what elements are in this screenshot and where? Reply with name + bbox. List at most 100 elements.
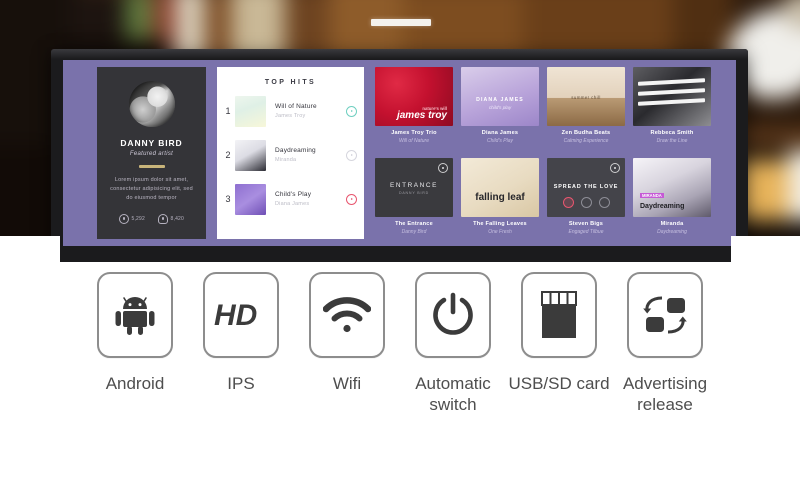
album-subtitle: Calming Experience bbox=[563, 138, 609, 144]
album-card[interactable]: Rebbeca Smith Draw the Line bbox=[633, 67, 711, 152]
album-cover bbox=[633, 67, 711, 126]
artist-name: DANNY BIRD bbox=[120, 138, 183, 148]
feature-icon-box bbox=[521, 272, 597, 358]
album-title: Rebbeca Smith bbox=[650, 130, 694, 136]
sd-card-icon bbox=[541, 291, 577, 338]
album-cover: MIRANDA Daydreaming bbox=[633, 158, 711, 217]
track-row[interactable]: 3 Child's Play Diana James bbox=[217, 180, 364, 218]
album-cover-top-text: summer chill bbox=[571, 95, 601, 100]
album-title: Miranda bbox=[660, 221, 684, 227]
track-number: 1 bbox=[225, 106, 231, 116]
album-title: James Troy Trio bbox=[391, 130, 437, 136]
album-cover-top-text: MIRANDA bbox=[640, 193, 664, 198]
album-cover: ENTRANCE DANNY BIRD bbox=[375, 158, 453, 217]
album-subtitle: Draw the Line bbox=[656, 138, 688, 144]
album-card[interactable]: falling leaf The Falling Leaves One Fres… bbox=[461, 158, 539, 243]
track-title: Will of Nature bbox=[275, 103, 317, 110]
stat-followers-value: 8,420 bbox=[170, 215, 185, 222]
artist-description: Lorem ipsum dolor sit amet, consectetur … bbox=[110, 176, 193, 201]
stat-followers: 8,420 bbox=[158, 213, 185, 224]
sync-swap-icon bbox=[643, 296, 687, 334]
artist-role: Featured artist bbox=[129, 151, 174, 157]
feature-ips[interactable]: HD IPS bbox=[188, 272, 294, 394]
feature-android[interactable]: Android bbox=[82, 272, 188, 394]
top-hits-playlist: TOP HITS 1 Will of Nature James Troy 2 D… bbox=[217, 67, 364, 239]
album-subtitle: One Fresh bbox=[488, 229, 512, 235]
album-cover: SPREAD THE LOVE bbox=[547, 158, 625, 217]
track-artist: Diana James bbox=[275, 201, 310, 207]
play-icon[interactable] bbox=[346, 193, 357, 205]
album-card[interactable]: ENTRANCE DANNY BIRD The Entrance Danny B… bbox=[375, 158, 453, 243]
feature-wifi[interactable]: Wifi bbox=[294, 272, 400, 394]
stat-play-count: 5,292 bbox=[118, 213, 145, 224]
feature-usb-sd-card[interactable]: USB/SD card bbox=[506, 272, 612, 394]
track-artist: James Troy bbox=[275, 113, 306, 119]
album-subtitle: Will of Nature bbox=[399, 138, 429, 144]
album-card[interactable]: summer chill Zen Budha Beats Calming Exp… bbox=[547, 67, 625, 152]
artist-avatar bbox=[128, 81, 175, 127]
track-meta: Will of Nature James Troy bbox=[275, 103, 346, 119]
hd-icon: HD bbox=[214, 299, 257, 332]
digital-signage-monitor: DANNY BIRD Featured artist Lorem ipsum d… bbox=[51, 49, 748, 262]
track-row[interactable]: 1 Will of Nature James Troy bbox=[217, 92, 364, 130]
album-cover-main-text: falling leaf bbox=[475, 192, 525, 203]
playlist-title: TOP HITS bbox=[264, 79, 317, 86]
album-subtitle: Engaged Tilbue bbox=[568, 229, 604, 235]
album-cover-top-text: DIANA JAMES bbox=[476, 97, 524, 103]
monitor-screen: DANNY BIRD Featured artist Lorem ipsum d… bbox=[63, 60, 736, 246]
feature-icon-box bbox=[309, 272, 385, 358]
album-grid: nature's will james troy James Troy Trio… bbox=[375, 67, 711, 243]
album-cover: summer chill bbox=[547, 67, 625, 126]
album-cover-main-text: Daydreaming bbox=[640, 203, 685, 210]
artist-stats: 5,292 8,420 bbox=[118, 213, 185, 224]
top-accent-bar bbox=[371, 19, 431, 26]
feature-icon-box bbox=[627, 272, 703, 358]
album-cover-top-text: ENTRANCE bbox=[390, 182, 438, 189]
track-row[interactable]: 2 Daydreaming Miranda bbox=[217, 136, 364, 174]
feature-label: Automatic switch bbox=[415, 374, 491, 414]
artist-divider bbox=[138, 165, 165, 168]
now-playing-icon bbox=[610, 163, 620, 173]
album-cover-main-text: DANNY BIRD bbox=[398, 191, 430, 195]
android-icon bbox=[115, 297, 155, 335]
feature-label: Android bbox=[105, 374, 165, 393]
feature-label: USB/SD card bbox=[508, 374, 610, 393]
track-title: Child's Play bbox=[275, 191, 312, 198]
feature-advertising-release[interactable]: Advertising release bbox=[612, 272, 718, 415]
track-meta: Child's Play Diana James bbox=[275, 191, 346, 207]
track-number: 2 bbox=[225, 150, 231, 160]
album-subtitle: Child's Play bbox=[487, 138, 513, 144]
followers-icon bbox=[158, 213, 168, 224]
play-count-icon bbox=[118, 213, 129, 224]
feature-icon-box bbox=[97, 272, 173, 358]
album-title: Steven Bigs bbox=[568, 221, 604, 227]
featured-artist-card[interactable]: DANNY BIRD Featured artist Lorem ipsum d… bbox=[97, 67, 206, 239]
album-cover-stripes bbox=[638, 78, 706, 110]
album-subtitle: Daydreaming bbox=[657, 229, 687, 235]
play-icon[interactable] bbox=[346, 149, 357, 161]
album-card[interactable]: SPREAD THE LOVE Steven Bigs Engaged Tilb… bbox=[547, 158, 625, 243]
album-title: The Falling Leaves bbox=[473, 221, 527, 227]
album-cover: nature's will james troy bbox=[375, 67, 453, 126]
feature-label: Advertising release bbox=[622, 374, 708, 414]
album-cover-dots bbox=[547, 197, 625, 208]
power-icon bbox=[433, 292, 473, 335]
album-cover: falling leaf bbox=[461, 158, 539, 217]
album-cover-main-text: james troy bbox=[396, 110, 447, 121]
wifi-icon bbox=[323, 297, 371, 333]
album-cover: DIANA JAMES child's play bbox=[461, 67, 539, 126]
album-title: Diana James bbox=[481, 130, 519, 136]
feature-label: Wifi bbox=[332, 374, 362, 393]
album-cover-top-text: SPREAD THE LOVE bbox=[553, 184, 619, 190]
stat-play-count-value: 5,292 bbox=[131, 215, 145, 222]
play-icon[interactable] bbox=[346, 105, 357, 117]
svg-text:HD: HD bbox=[214, 299, 257, 332]
album-card[interactable]: DIANA JAMES child's play Diana James Chi… bbox=[461, 67, 539, 152]
track-meta: Daydreaming Miranda bbox=[275, 147, 346, 163]
album-title: The Entrance bbox=[395, 221, 433, 227]
album-card[interactable]: nature's will james troy James Troy Trio… bbox=[375, 67, 453, 152]
track-thumbnail bbox=[235, 139, 266, 171]
album-card[interactable]: MIRANDA Daydreaming Miranda Daydreaming bbox=[633, 158, 711, 243]
track-thumbnail bbox=[235, 183, 266, 215]
feature-automatic-switch[interactable]: Automatic switch bbox=[400, 272, 506, 415]
